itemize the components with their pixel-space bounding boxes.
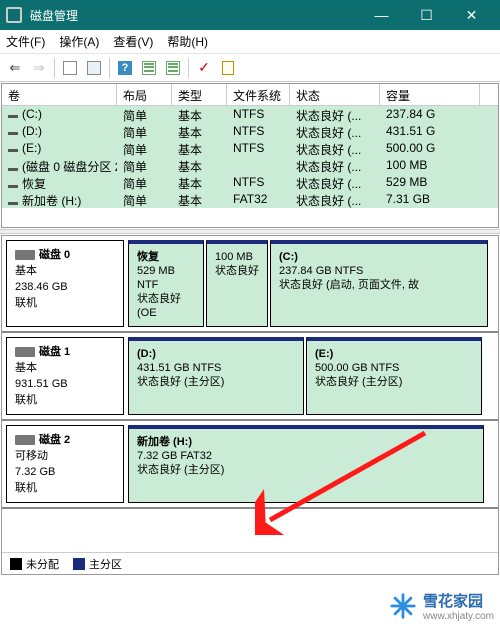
volume-row[interactable]: (磁盘 0 磁盘分区 2)简单基本状态良好 (...100 MB	[2, 157, 498, 174]
window-controls: — ☐ ✕	[359, 0, 494, 30]
partition[interactable]: 新加卷 (H:)7.32 GB FAT32状态良好 (主分区)	[128, 425, 484, 503]
menu-view[interactable]: 查看(V)	[113, 33, 153, 50]
title-bar: 磁盘管理 — ☐ ✕	[0, 0, 500, 30]
menu-file[interactable]: 文件(F)	[6, 33, 45, 50]
list-button-1[interactable]	[138, 57, 160, 79]
disk-block: 磁盘 2可移动7.32 GB联机新加卷 (H:)7.32 GB FAT32状态良…	[2, 421, 498, 509]
partition[interactable]: (D:)431.51 GB NTFS状态良好 (主分区)	[128, 337, 304, 415]
volume-row[interactable]: 恢复简单基本NTFS状态良好 (...529 MB	[2, 174, 498, 191]
volume-list-pane: 卷 布局 类型 文件系统 状态 容量 (C:)简单基本NTFS状态良好 (...…	[1, 83, 499, 228]
view-button-1[interactable]	[59, 57, 81, 79]
forward-button[interactable]: ⇒	[28, 57, 50, 79]
disk-block: 磁盘 0基本238.46 GB联机恢复529 MB NTF状态良好 (OE100…	[2, 236, 498, 333]
col-header-capacity[interactable]: 容量	[380, 84, 480, 105]
menu-help[interactable]: 帮助(H)	[167, 33, 208, 50]
list-button-2[interactable]	[162, 57, 184, 79]
view-button-2[interactable]	[83, 57, 105, 79]
partition[interactable]: 100 MB状态良好	[206, 240, 268, 327]
col-header-type[interactable]: 类型	[172, 84, 227, 105]
back-button[interactable]: ⇐	[4, 57, 26, 79]
col-header-volume[interactable]: 卷	[2, 84, 117, 105]
legend-primary: 主分区	[73, 556, 122, 572]
window-title: 磁盘管理	[30, 7, 359, 24]
check-button[interactable]: ✓	[193, 57, 215, 79]
swatch-black-icon	[10, 558, 22, 570]
swatch-blue-icon	[73, 558, 85, 570]
menu-bar: 文件(F) 操作(A) 查看(V) 帮助(H)	[0, 30, 500, 54]
disk-map-pane: 磁盘 0基本238.46 GB联机恢复529 MB NTF状态良好 (OE100…	[1, 235, 499, 575]
volume-row[interactable]: (E:)简单基本NTFS状态良好 (...500.00 G	[2, 140, 498, 157]
col-header-filesystem[interactable]: 文件系统	[227, 84, 290, 105]
watermark: 雪花家园 www.xhjaty.com	[389, 590, 494, 622]
snowflake-icon	[389, 592, 417, 620]
volume-rows: (C:)简单基本NTFS状态良好 (...237.84 G(D:)简单基本NTF…	[2, 106, 498, 208]
app-icon	[6, 7, 22, 23]
disk-block: 磁盘 1基本931.51 GB联机(D:)431.51 GB NTFS状态良好 …	[2, 333, 498, 421]
col-header-layout[interactable]: 布局	[117, 84, 172, 105]
toolbar: ⇐ ⇒ ? ✓	[0, 54, 500, 82]
col-header-status[interactable]: 状态	[290, 84, 380, 105]
properties-button[interactable]	[217, 57, 239, 79]
close-button[interactable]: ✕	[449, 0, 494, 30]
help-icon[interactable]: ?	[114, 57, 136, 79]
watermark-url: www.xhjaty.com	[423, 611, 494, 622]
splitter[interactable]	[0, 229, 500, 234]
menu-action[interactable]: 操作(A)	[59, 33, 99, 50]
watermark-name: 雪花家园	[423, 590, 494, 611]
minimize-button[interactable]: —	[359, 0, 404, 30]
volume-row[interactable]: 新加卷 (H:)简单基本FAT32状态良好 (...7.31 GB	[2, 191, 498, 208]
partition[interactable]: (E:)500.00 GB NTFS状态良好 (主分区)	[306, 337, 482, 415]
volume-row[interactable]: (C:)简单基本NTFS状态良好 (...237.84 G	[2, 106, 498, 123]
disk-info[interactable]: 磁盘 1基本931.51 GB联机	[6, 337, 124, 415]
volume-row[interactable]: (D:)简单基本NTFS状态良好 (...431.51 G	[2, 123, 498, 140]
partition[interactable]: 恢复529 MB NTF状态良好 (OE	[128, 240, 204, 327]
volume-header-row: 卷 布局 类型 文件系统 状态 容量	[2, 84, 498, 106]
disk-info[interactable]: 磁盘 2可移动7.32 GB联机	[6, 425, 124, 503]
partition[interactable]: (C:)237.84 GB NTFS状态良好 (启动, 页面文件, 故	[270, 240, 488, 327]
legend-unallocated: 未分配	[10, 556, 59, 572]
maximize-button[interactable]: ☐	[404, 0, 449, 30]
disk-info[interactable]: 磁盘 0基本238.46 GB联机	[6, 240, 124, 327]
legend: 未分配 主分区	[2, 552, 498, 574]
